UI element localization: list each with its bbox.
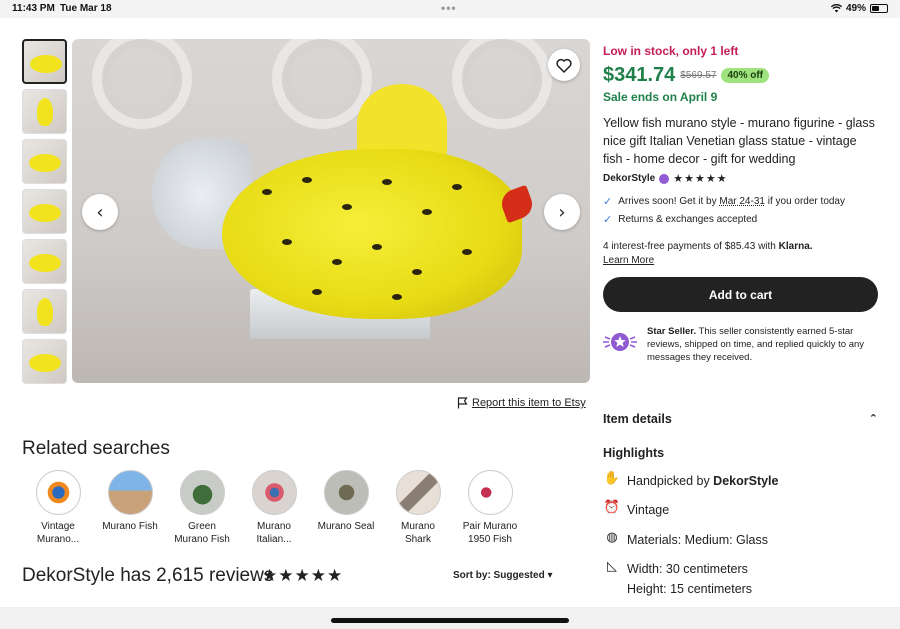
related-search-label: Murano Seal [317,521,375,532]
klarna-brand: Klarna. [778,241,813,252]
thumbnail-1[interactable] [22,39,67,84]
star-seller-info: Star Seller. This seller consistently ea… [603,325,878,364]
related-search-thumbnail [35,470,81,515]
thumbnail-3[interactable] [22,139,67,184]
related-search-label: Murano Fish [102,521,158,532]
home-indicator[interactable] [331,618,569,623]
related-searches-title: Related searches [22,438,170,459]
discount-badge: 40% off [721,68,770,83]
related-search-thumbnail [179,470,225,515]
item-details-title: Item details [603,412,672,426]
arrival-date-link[interactable]: Mar 24-31 [719,196,765,207]
related-search-item[interactable]: Murano Italian... [238,470,310,546]
price-row: $341.74 $569.57 40% off [603,64,878,87]
chevron-left-icon[interactable]: ‹ [82,194,118,230]
wall-rosette [92,39,192,129]
related-search-label: Murano Shark [401,521,435,545]
shop-name[interactable]: DekorStyle [603,173,655,184]
alarm-clock-icon: ⏰ [603,500,621,515]
reviews-stars: ★★★★★ [262,566,344,586]
related-search-thumbnail [467,470,513,515]
highlight-materials: ◍ Materials: Medium: Glass [603,530,768,550]
dimensions-text: Width: 30 centimeters Height: 15 centimet… [627,559,752,599]
related-search-label: Pair Murano 1950 Fish [462,521,518,545]
thumbnail-2[interactable] [22,89,67,134]
learn-more-link[interactable]: Learn More [603,255,654,266]
shop-rating-stars[interactable]: ★★★★★ [673,172,727,185]
highlight-handpicked: ✋ Handpicked by DekorStyle [603,471,779,491]
arrival-text: Arrives soon! Get it by Mar 24-31 if you… [618,196,845,207]
checkmark-icon: ✓ [603,213,613,226]
heart-outline-icon[interactable] [548,49,580,81]
highlight-dimensions: ◺ Width: 30 centimeters Height: 15 centim… [603,559,752,599]
handpicked-shop-link[interactable]: DekorStyle [713,474,778,488]
highlights-title: Highlights [603,446,665,460]
product-info-panel: Low in stock, only 1 left $341.74 $569.5… [603,44,878,364]
thumbnail-strip [22,39,68,389]
add-to-cart-button[interactable]: Add to cart [603,277,878,312]
handpicked-text: Handpicked by DekorStyle [627,474,779,488]
product-main-image[interactable]: ‹ › [72,39,590,383]
width-text: Width: 30 centimeters [627,562,748,576]
related-search-item[interactable]: Green Murano Fish [166,470,238,546]
report-item[interactable]: Report this item to Etsy [457,397,586,409]
product-title: Yellow fish murano style - murano figuri… [603,116,875,166]
stock-notice: Low in stock, only 1 left [603,44,739,58]
related-search-item[interactable]: Pair Murano 1950 Fish [454,470,526,546]
returns-info: ✓ Returns & exchanges accepted [603,213,878,226]
related-search-label: Murano Italian... [256,521,292,545]
fish-body [222,149,522,319]
related-search-thumbnail [395,470,441,515]
shop-row: DekorStyle ★★★★★ [603,172,878,185]
star-seller-mini-icon [659,173,670,184]
related-search-item[interactable]: Vintage Murano... [22,470,94,546]
wifi-icon [830,4,842,13]
highlight-vintage: ⏰ Vintage [603,500,669,520]
related-search-label: Green Murano Fish [174,521,230,545]
item-details-toggle[interactable]: Item details ⌃ [603,412,878,426]
yarn-ball-icon: ◍ [606,530,618,545]
battery-level [872,6,879,11]
sale-price: $341.74 [603,64,676,86]
related-search-thumbnail [251,470,297,515]
ruler-triangle-icon: ◺ [607,559,617,574]
status-indicators: 49% [830,3,888,14]
thumbnail-6[interactable] [22,289,67,334]
multitasking-dots-icon[interactable]: ••• [441,1,457,15]
related-search-thumbnail [107,470,153,515]
sort-by-dropdown[interactable]: Sort by: Suggested ▾ [453,570,552,581]
status-date: Tue Mar 18 [60,3,112,14]
star-seller-badge-icon [603,333,637,351]
related-search-thumbnail [323,470,369,515]
status-bar: 11:43 PM Tue Mar 18 ••• 49% [0,0,900,18]
related-search-item[interactable]: Murano Seal [310,470,382,546]
thumbnail-4[interactable] [22,189,67,234]
vintage-text: Vintage [627,503,670,517]
battery-icon [870,4,888,13]
checkmark-icon: ✓ [603,195,613,208]
height-text: Height: 15 centimeters [627,582,753,596]
hand-icon: ✋ [603,471,621,486]
chevron-up-icon: ⌃ [868,412,878,425]
materials-text: Materials: Medium: Glass [627,533,769,547]
chevron-right-icon[interactable]: › [544,194,580,230]
report-link[interactable]: Report this item to Etsy [472,397,586,409]
klarna-info: 4 interest-free payments of $85.43 with … [603,241,813,266]
star-seller-text: Star Seller. This seller consistently ea… [647,326,865,363]
related-searches-list: Vintage Murano... Murano Fish Green Mura… [22,470,526,546]
arrival-info: ✓ Arrives soon! Get it by Mar 24-31 if y… [603,195,878,208]
original-price: $569.57 [680,70,717,81]
reviews-title: DekorStyle has 2,615 reviews [22,565,274,586]
battery-percent: 49% [845,3,866,14]
flag-icon [457,397,468,409]
related-search-label: Vintage Murano... [36,521,80,545]
wall-rosette [452,39,552,129]
status-time: 11:43 PM [12,3,55,14]
returns-text: Returns & exchanges accepted [618,214,758,225]
related-search-item[interactable]: Murano Fish [94,470,166,546]
thumbnail-7[interactable] [22,339,67,384]
thumbnail-5[interactable] [22,239,67,284]
related-search-item[interactable]: Murano Shark [382,470,454,546]
sale-ends: Sale ends on April 9 [603,90,718,104]
